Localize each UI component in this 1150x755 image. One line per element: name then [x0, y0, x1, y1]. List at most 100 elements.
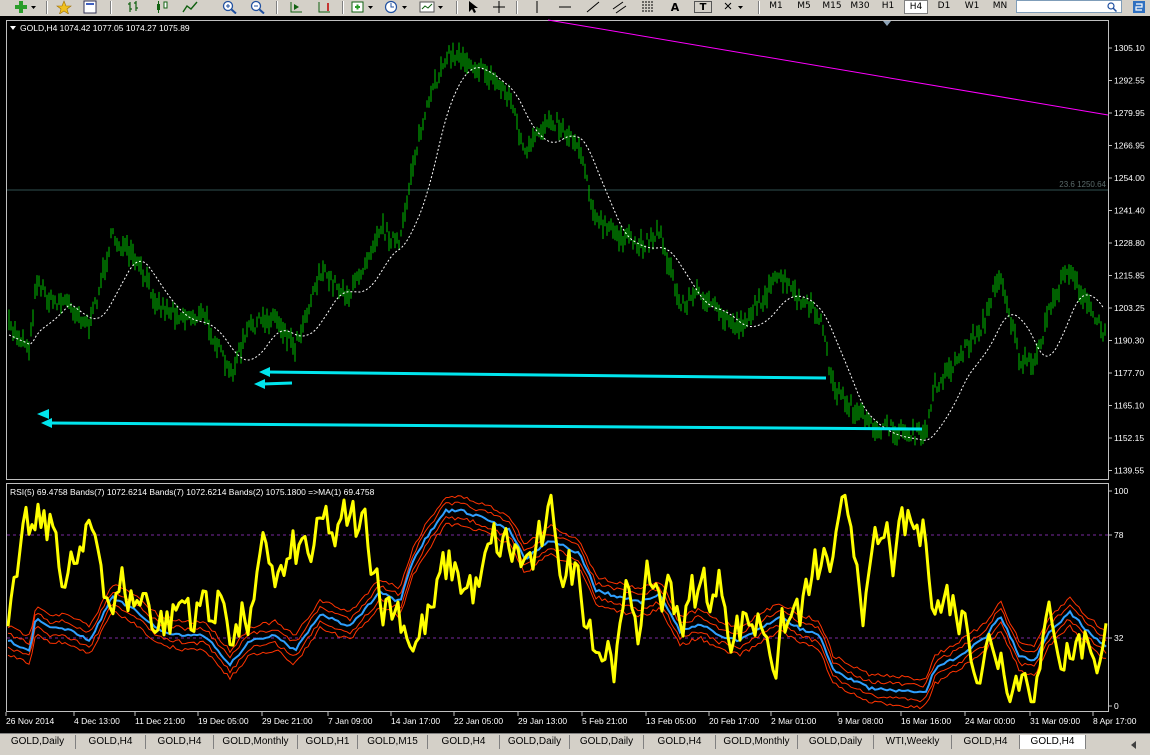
chart-tab[interactable]: GOLD,Daily	[570, 735, 644, 749]
rsi-tick-label: 100	[1114, 486, 1128, 496]
timeframe-m15[interactable]: M15	[820, 0, 844, 14]
timeframe-m5[interactable]: M5	[792, 0, 816, 14]
time-tick-label: 5 Feb 21:00	[582, 716, 628, 726]
separator	[342, 1, 344, 14]
time-tick-label: 22 Jan 05:00	[454, 716, 503, 726]
channel-icon[interactable]	[610, 0, 630, 14]
zoom-in-icon[interactable]	[220, 0, 240, 14]
main-panel-border	[6, 20, 1109, 480]
time-axis: 26 Nov 2014 4 Dec 13:00 11 Dec 21:00 19 Dec…	[5, 712, 1137, 726]
horizontal-line-icon[interactable]	[556, 0, 574, 14]
chart-tab[interactable]: GOLD,M15	[358, 735, 428, 749]
time-tick-label: 19 Dec 05:00	[198, 716, 249, 726]
templates-icon[interactable]	[418, 0, 448, 14]
arrow-line-lower[interactable]	[47, 421, 923, 431]
price-tick-label: 1305.10	[1114, 43, 1145, 53]
arrow-head-upper	[259, 367, 270, 377]
chart-tab[interactable]: GOLD,Daily	[500, 735, 570, 749]
chart-tab[interactable]: GOLD,H4	[428, 735, 500, 749]
fib-level-label: 23.6 1250.64	[1059, 180, 1106, 189]
toolbar: A T M1 M5 M15 M30 H1 H4 D1 W1 MN	[0, 0, 1150, 17]
fibonacci-icon[interactable]	[638, 0, 658, 14]
separator	[46, 1, 48, 14]
timeframe-h1[interactable]: H1	[876, 0, 900, 14]
trendline-icon[interactable]	[584, 0, 602, 14]
price-tick-label: 1177.70	[1114, 368, 1144, 378]
timeframe-m1[interactable]: M1	[764, 0, 788, 14]
candles-group	[8, 42, 1106, 446]
timeframe-mn[interactable]: MN	[988, 0, 1012, 14]
periods-icon[interactable]	[384, 0, 412, 14]
vertical-line-icon[interactable]	[528, 0, 546, 14]
collapse-triangle-icon[interactable]	[10, 26, 16, 30]
line-chart-icon[interactable]	[180, 0, 200, 14]
chart-tab[interactable]: GOLD,H4	[952, 735, 1020, 749]
chart-tab[interactable]: GOLD,Daily	[0, 735, 76, 749]
timeframe-d1[interactable]: D1	[932, 0, 956, 14]
price-tick-label: 1152.15	[1114, 433, 1144, 443]
tabs-scroll-icon[interactable]	[1128, 736, 1140, 749]
time-tick-label: 7 Jan 09:00	[328, 716, 373, 726]
arrow-head-marker	[37, 409, 49, 419]
candlestick-icon[interactable]	[152, 0, 172, 14]
chart-tab[interactable]: GOLD,H4	[76, 735, 146, 749]
terminal-icon[interactable]	[1130, 0, 1148, 14]
search-icon	[1107, 2, 1117, 12]
text-label-tool[interactable]: A	[666, 0, 684, 14]
separator	[110, 1, 112, 14]
arrow-line-short[interactable]	[261, 381, 293, 386]
price-tick-label: 1165.10	[1114, 401, 1144, 411]
zoom-out-icon[interactable]	[248, 0, 268, 14]
separator	[456, 1, 458, 14]
timeframe-m30[interactable]: M30	[848, 0, 872, 14]
chart-tab[interactable]: GOLD,H4	[146, 735, 214, 749]
price-tick-label: 1215.85	[1114, 271, 1145, 281]
chart-tab[interactable]: GOLD,Monthly	[716, 735, 798, 749]
time-tick-label: 24 Mar 00:00	[965, 716, 1015, 726]
cursor-icon[interactable]	[464, 0, 482, 14]
time-tick-label: 29 Dec 21:00	[262, 716, 313, 726]
main-chart-header: GOLD,H4 1074.42 1077.05 1074.27 1075.89	[20, 23, 190, 33]
navigator-icon[interactable]	[80, 0, 100, 14]
chart-tab[interactable]: GOLD,H4	[644, 735, 716, 749]
rsi-tick-label: 78	[1114, 530, 1124, 540]
time-tick-label: 31 Mar 09:00	[1030, 716, 1080, 726]
chart-window[interactable]: 23.6 1250.64 GOLD,H4 1074.42 1077.05 107…	[0, 16, 1150, 733]
arrows-icon[interactable]	[722, 0, 752, 14]
rsi-band-line	[7, 501, 1107, 688]
crosshair-icon[interactable]	[490, 0, 508, 14]
bar-chart-icon[interactable]	[124, 0, 144, 14]
indicators-icon[interactable]	[350, 0, 378, 14]
price-tick-label: 1241.40	[1114, 206, 1145, 216]
price-tick-label: 1292.55	[1114, 76, 1145, 86]
price-tick-label: 1266.95	[1114, 141, 1145, 151]
magenta-trendline[interactable]	[547, 19, 1109, 116]
time-tick-label: 2 Mar 01:00	[771, 716, 817, 726]
new-order-icon[interactable]	[10, 0, 40, 14]
time-tick-label: 14 Jan 17:00	[391, 716, 440, 726]
time-tick-label: 26 Nov 2014	[6, 716, 54, 726]
rsi-bands-group	[7, 495, 1107, 710]
chart-shift-marker[interactable]	[883, 21, 891, 26]
chart-tab[interactable]: GOLD,H1	[298, 735, 358, 749]
rsi-panel-header: RSI(5) 69.4758 Bands(7) 1072.6214 Bands(…	[10, 487, 375, 497]
chart-tab[interactable]: GOLD,H4	[1020, 735, 1086, 749]
text-box-tool[interactable]: T	[694, 1, 712, 13]
favorites-icon[interactable]	[54, 0, 74, 14]
time-tick-label: 9 Mar 08:00	[838, 716, 884, 726]
arrow-line-upper[interactable]	[265, 370, 827, 380]
search-input[interactable]	[1016, 0, 1122, 13]
price-tick-label: 1228.80	[1114, 238, 1145, 248]
chart-tab[interactable]: GOLD,Daily	[798, 735, 874, 749]
chart-shift-icon[interactable]	[314, 0, 334, 14]
chart-tab[interactable]: GOLD,Monthly	[214, 735, 298, 749]
chart-canvas[interactable]: 23.6 1250.64 GOLD,H4 1074.42 1077.05 107…	[0, 16, 1150, 733]
time-tick-label: 8 Apr 17:00	[1093, 716, 1137, 726]
chart-tab[interactable]: WTI,Weekly	[874, 735, 952, 749]
arrow-annotations[interactable]	[37, 367, 923, 431]
timeframe-w1[interactable]: W1	[960, 0, 984, 14]
time-tick-label: 11 Dec 21:00	[135, 716, 185, 726]
timeframe-h4[interactable]: H4	[904, 0, 928, 14]
auto-scroll-icon[interactable]	[286, 0, 306, 14]
price-axis: 1305.10 1292.55 1279.95 1266.95 1254.00 1241.…	[1108, 43, 1145, 476]
